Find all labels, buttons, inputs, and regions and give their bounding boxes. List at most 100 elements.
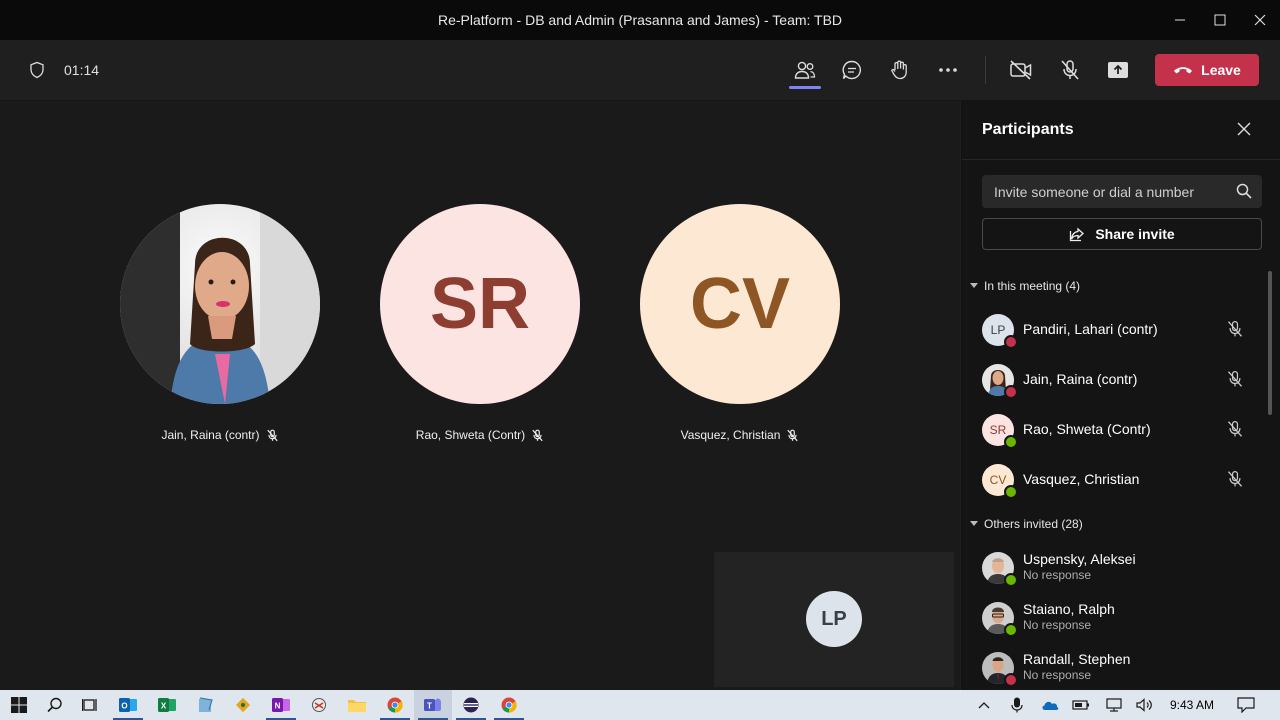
teams-app-button[interactable]: T xyxy=(414,690,452,720)
close-icon xyxy=(1237,122,1251,136)
maximize-button[interactable] xyxy=(1200,0,1240,40)
participant-name: Pandiri, Lahari (contr) xyxy=(1023,321,1158,337)
invited-row[interactable]: Uspensky, Aleksei No response xyxy=(982,548,1262,588)
participant-name: Rao, Shweta (Contr) xyxy=(1023,421,1151,437)
battery-icon xyxy=(1072,700,1089,710)
video-stage: Jain, Raina (contr) SR Rao, Shweta (Cont… xyxy=(0,101,960,690)
panel-scrollbar-thumb[interactable] xyxy=(1268,271,1272,415)
scissors-icon xyxy=(312,698,326,712)
action-center-button[interactable] xyxy=(1228,690,1264,720)
snipping-tool-button[interactable] xyxy=(300,690,338,720)
title-bar: Re-Platform - DB and Admin (Prasanna and… xyxy=(0,0,1280,40)
participants-button[interactable] xyxy=(785,40,825,100)
git-app-button[interactable] xyxy=(224,690,262,720)
in-meeting-label: In this meeting (4) xyxy=(984,279,1081,293)
participant-name: Jain, Raina (contr) xyxy=(161,428,260,442)
camera-toggle-button[interactable] xyxy=(1001,40,1041,100)
svg-text:O: O xyxy=(121,702,127,711)
participant-name: Uspensky, Aleksei xyxy=(1023,551,1136,567)
participant-name: Jain, Raina (contr) xyxy=(1023,371,1138,387)
reactions-button[interactable] xyxy=(880,40,920,100)
window-title: Re-Platform - DB and Admin (Prasanna and… xyxy=(437,12,843,28)
presence-busy-indicator xyxy=(1004,385,1018,399)
clock[interactable]: 9:43 AM xyxy=(1170,690,1214,720)
participant-name: Rao, Shweta (Contr) xyxy=(415,428,526,442)
tray-microphone-button[interactable] xyxy=(999,690,1035,720)
participant-tile[interactable]: SR Rao, Shweta (Contr) xyxy=(380,204,580,442)
search-icon xyxy=(47,697,62,713)
presence-available-indicator xyxy=(1004,485,1018,499)
mic-toggle-button[interactable] xyxy=(1050,40,1090,100)
participant-name: Vasquez, Christian xyxy=(1023,471,1140,487)
share-invite-label: Share invite xyxy=(1095,226,1175,242)
meeting-info-button[interactable] xyxy=(17,40,57,100)
toolbar-separator xyxy=(985,56,986,84)
outlook-app-button[interactable]: O xyxy=(109,690,147,720)
participant-tile[interactable]: CV Vasquez, Christian xyxy=(640,204,840,442)
folder-icon xyxy=(348,700,366,712)
leave-button[interactable]: Leave xyxy=(1155,54,1259,86)
presence-available-indicator xyxy=(1004,573,1018,587)
microphone-icon xyxy=(1011,697,1023,713)
volume-button[interactable] xyxy=(1127,690,1163,720)
excel-app-button[interactable]: X xyxy=(148,690,186,720)
minimize-button[interactable] xyxy=(1160,0,1200,40)
others-invited-section-toggle[interactable]: Others invited (28) xyxy=(970,517,1083,531)
mic-off-icon xyxy=(532,429,543,441)
close-icon xyxy=(1254,14,1266,26)
presence-available-indicator xyxy=(1004,623,1018,637)
participant-row[interactable]: Jain, Raina (contr) xyxy=(982,360,1262,400)
excel-icon: X xyxy=(158,698,176,712)
tray-device-button[interactable] xyxy=(1063,690,1099,720)
onenote-app-button[interactable]: N xyxy=(262,690,300,720)
share-icon xyxy=(1070,227,1085,242)
chrome-app-button[interactable] xyxy=(376,690,414,720)
in-meeting-section-toggle[interactable]: In this meeting (4) xyxy=(970,279,1080,293)
participant-row[interactable]: SR Rao, Shweta (Contr) xyxy=(982,410,1262,450)
svg-text:X: X xyxy=(161,702,167,711)
shield-icon xyxy=(30,61,44,79)
eclipse-app-button[interactable] xyxy=(452,690,490,720)
git-icon xyxy=(235,697,251,713)
eclipse-icon xyxy=(463,697,479,713)
minimize-icon xyxy=(1175,19,1185,21)
taskbar-search-button[interactable] xyxy=(36,690,74,720)
participant-tile-name: Vasquez, Christian xyxy=(640,428,840,442)
share-screen-button[interactable] xyxy=(1098,40,1138,100)
invited-row[interactable]: Randall, Stephen No response xyxy=(982,648,1262,688)
people-icon xyxy=(794,61,816,79)
chat-button[interactable] xyxy=(832,40,872,100)
participant-name: Staiano, Ralph xyxy=(1023,601,1115,617)
mic-off-icon xyxy=(1227,321,1243,337)
invite-search-input[interactable] xyxy=(982,175,1262,208)
chevron-down-icon xyxy=(970,521,978,526)
windows-logo-icon xyxy=(11,697,27,713)
cloud-icon xyxy=(1042,701,1059,710)
share-invite-button[interactable]: Share invite xyxy=(982,218,1262,250)
task-view-button[interactable] xyxy=(71,690,109,720)
participant-row[interactable]: CV Vasquez, Christian xyxy=(982,460,1262,500)
windows-taskbar: O X N T 9:43 AM xyxy=(0,690,1280,720)
close-window-button[interactable] xyxy=(1240,0,1280,40)
participant-tile[interactable]: Jain, Raina (contr) xyxy=(120,204,320,442)
chrome-app-button-2[interactable] xyxy=(490,690,528,720)
more-actions-button[interactable] xyxy=(928,40,968,100)
show-hidden-icons-button[interactable] xyxy=(966,690,1002,720)
participant-row[interactable]: LP Pandiri, Lahari (contr) xyxy=(982,310,1262,350)
presence-busy-indicator xyxy=(1004,673,1018,687)
notepad-icon xyxy=(199,697,213,712)
presence-available-indicator xyxy=(1004,435,1018,449)
invited-row[interactable]: Staiano, Ralph No response xyxy=(982,598,1262,638)
file-explorer-button[interactable] xyxy=(338,690,376,720)
start-button[interactable] xyxy=(0,690,38,720)
response-status: No response xyxy=(1023,618,1092,632)
camera-off-icon xyxy=(1010,60,1032,80)
meeting-timer: 01:14 xyxy=(64,62,100,78)
notes-app-button[interactable] xyxy=(186,690,224,720)
close-panel-button[interactable] xyxy=(1230,115,1258,143)
self-preview-tile[interactable]: LP xyxy=(714,552,954,687)
participant-avatar: CV xyxy=(640,204,840,404)
participant-tile-name: Rao, Shweta (Contr) xyxy=(380,428,580,442)
mic-off-icon xyxy=(1227,371,1243,387)
panel-title: Participants xyxy=(982,121,1074,138)
